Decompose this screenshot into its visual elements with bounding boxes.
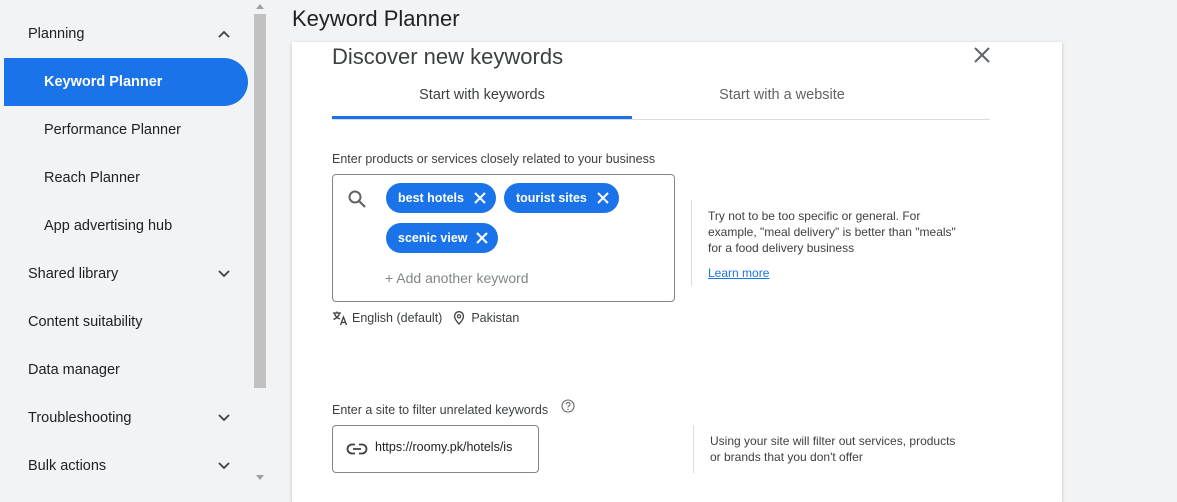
tab-label: Start with keywords (419, 87, 545, 103)
add-keyword-input[interactable] (385, 270, 585, 286)
targeting-row: English (default) Pakistan (332, 310, 519, 326)
sidebar-item-label: Shared library (28, 266, 119, 282)
translate-icon (333, 311, 348, 326)
keyword-chip-label: best hotels (398, 191, 464, 205)
sidebar-item-performance-planner[interactable]: Performance Planner (4, 106, 248, 154)
sidebar-item-content-suitability[interactable]: Content suitability (4, 298, 248, 346)
sidebar-item-label: Content suitability (28, 314, 143, 330)
dialog-title: Discover new keywords (332, 44, 564, 69)
tab-bar: Start with keywords Start with a website (332, 72, 990, 120)
scroll-up-arrow-icon[interactable] (256, 4, 264, 9)
sidebar-item-label: Reach Planner (44, 170, 140, 186)
sidebar-item-reach-planner[interactable]: Reach Planner (4, 154, 248, 202)
remove-chip-icon[interactable] (595, 190, 611, 206)
scroll-down-arrow-icon[interactable] (256, 475, 264, 480)
site-hint-text: Using your site will filter out services… (710, 434, 956, 464)
chevron-down-icon (218, 414, 230, 422)
sidebar-item-label: Bulk actions (28, 458, 107, 474)
link-icon (346, 443, 368, 455)
tab-start-with-keywords[interactable]: Start with keywords (332, 72, 632, 118)
sidebar-item-label: Planning (28, 26, 85, 42)
keyword-chip-label: scenic view (398, 231, 468, 245)
sidebar-item-shared-library[interactable]: Shared library (4, 250, 248, 298)
sidebar-item-label: Performance Planner (44, 122, 182, 138)
keyword-chip-label: tourist sites (516, 191, 587, 205)
remove-chip-icon[interactable] (472, 190, 488, 206)
chevron-up-icon (218, 30, 230, 38)
language-setting[interactable]: English (default) (352, 311, 442, 325)
site-url-input[interactable] (375, 440, 535, 454)
sidebar-item-planning[interactable]: Planning (4, 10, 248, 58)
sidebar: Planning Keyword Planner Performance Pla… (0, 0, 252, 484)
sidebar-item-label: App advertising hub (44, 218, 173, 234)
chevron-down-icon (218, 462, 230, 470)
site-input-box[interactable] (332, 425, 539, 473)
sidebar-item-data-manager[interactable]: Data manager (4, 346, 248, 394)
sidebar-item-label: Troubleshooting (28, 410, 132, 426)
tab-label: Start with a website (719, 87, 845, 103)
page-title: Keyword Planner (292, 6, 460, 31)
sidebar-item-label: Data manager (28, 362, 120, 378)
learn-more-link[interactable]: Learn more (708, 265, 961, 281)
tab-selected-indicator (332, 116, 632, 119)
sidebar-item-troubleshooting[interactable]: Troubleshooting (4, 394, 248, 442)
search-icon (348, 190, 366, 208)
location-pin-icon (454, 311, 465, 325)
sidebar-item-keyword-planner[interactable]: Keyword Planner (4, 58, 248, 106)
close-icon[interactable] (971, 44, 993, 66)
chevron-down-icon (218, 270, 230, 278)
keywords-input-box[interactable]: best hotels tourist sites scenic view (332, 174, 675, 302)
sidebar-item-label: Keyword Planner (44, 74, 163, 90)
sidebar-scrollbar[interactable] (253, 0, 267, 484)
location-setting[interactable]: Pakistan (471, 311, 519, 325)
scrollbar-thumb[interactable] (254, 14, 266, 388)
discover-keywords-dialog: Discover new keywords Start with keyword… (292, 42, 1062, 502)
tab-start-with-website[interactable]: Start with a website (632, 72, 932, 118)
keyword-chip: scenic view (386, 223, 498, 253)
keywords-hint: Try not to be too specific or general. F… (691, 200, 961, 286)
help-icon[interactable] (561, 399, 575, 413)
site-hint: Using your site will filter out services… (693, 425, 963, 473)
keywords-hint-text: Try not to be too specific or general. F… (708, 209, 956, 255)
site-field-label: Enter a site to filter unrelated keyword… (332, 403, 549, 417)
sidebar-item-app-advertising-hub[interactable]: App advertising hub (4, 202, 248, 250)
keyword-chip: best hotels (386, 183, 496, 213)
keywords-field-label: Enter products or services closely relat… (332, 152, 656, 166)
remove-chip-icon[interactable] (474, 230, 490, 246)
sidebar-item-bulk-actions[interactable]: Bulk actions (4, 442, 248, 490)
keyword-chip: tourist sites (504, 183, 619, 213)
